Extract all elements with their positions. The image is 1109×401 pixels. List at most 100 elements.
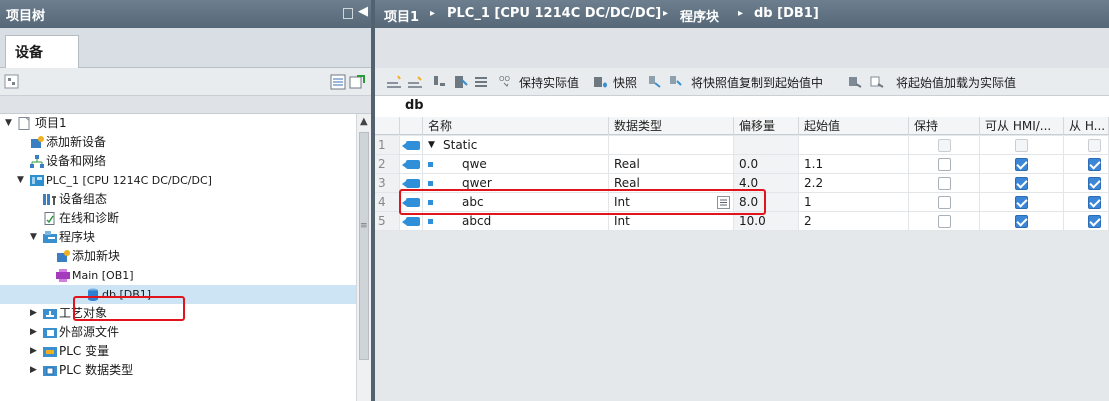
breadcrumb-item-db[interactable]: db [DB1]: [754, 6, 819, 21]
add-row-icon[interactable]: [407, 74, 423, 90]
expand-arrow-icon[interactable]: ▼: [30, 228, 37, 247]
collapse-arrow-icon[interactable]: ▼: [428, 136, 435, 155]
column-header-name[interactable]: 名称: [423, 117, 609, 135]
column-header-retain[interactable]: 保持: [909, 117, 980, 135]
expand-arrow-icon[interactable]: ▼: [17, 171, 24, 190]
breadcrumb-item-plc[interactable]: PLC_1 [CPU 1214C DC/DC/DC]: [447, 6, 661, 21]
var-start-value[interactable]: 1: [799, 193, 909, 212]
from-hmi-checkbox[interactable]: [1088, 196, 1101, 209]
portal-view-icon[interactable]: [349, 74, 365, 90]
retain-checkbox[interactable]: [938, 177, 951, 190]
var-start-value[interactable]: [799, 136, 909, 155]
snapshot-icon[interactable]: [592, 74, 608, 90]
insert-row-icon[interactable]: [386, 74, 402, 90]
tree-item-project[interactable]: ▼ 项目1: [0, 114, 356, 133]
from-hmi-checkbox[interactable]: [1088, 158, 1101, 171]
var-interface-icon: [402, 217, 420, 226]
load-start-as-actual-label[interactable]: 将起始值加载为实际值: [896, 74, 1016, 91]
column-header-datatype[interactable]: 数据类型: [609, 117, 734, 135]
plc-tags-icon: [43, 347, 57, 357]
column-header-num: [375, 117, 400, 135]
collapse-all-icon[interactable]: [453, 74, 469, 90]
var-datatype[interactable]: [609, 136, 734, 155]
table-row[interactable]: 2 qwe Real 0.0 1.1: [375, 155, 1109, 174]
tab-devices[interactable]: 设备: [5, 35, 79, 69]
column-header-start-value[interactable]: 起始值: [799, 117, 909, 135]
var-name[interactable]: Static: [443, 136, 477, 155]
tree-item-add-block[interactable]: 添加新块: [0, 247, 356, 266]
expand-arrow-icon[interactable]: ▼: [5, 114, 12, 133]
retain-checkbox[interactable]: [938, 139, 951, 152]
pin-icon[interactable]: [343, 8, 353, 19]
load-start-icon[interactable]: [847, 74, 863, 90]
expand-all-icon[interactable]: [432, 74, 448, 90]
expand-arrow-icon[interactable]: ▶: [30, 323, 37, 342]
var-start-value[interactable]: 1.1: [799, 155, 909, 174]
hmi-access-checkbox[interactable]: [1015, 177, 1028, 190]
add-device-icon: [31, 136, 44, 148]
tree-item-plc-tags[interactable]: ▶ PLC 变量: [0, 342, 356, 361]
column-header-offset[interactable]: 偏移量: [734, 117, 799, 135]
copy-snapshot-to-start-label[interactable]: 将快照值复制到起始值中: [691, 74, 823, 91]
scrollbar-thumb[interactable]: [359, 132, 369, 360]
var-interface-icon: [402, 160, 420, 169]
tree-item-external-sources[interactable]: ▶ 外部源文件: [0, 323, 356, 342]
details-view-icon[interactable]: [330, 74, 346, 90]
diagnostics-icon: [44, 212, 55, 225]
tree-item-label: PLC 变量: [59, 344, 110, 358]
breadcrumb: 项目1 ▸ PLC_1 [CPU 1214C DC/DC/DC] ▸ 程序块 ▸…: [375, 0, 1109, 28]
from-hmi-checkbox[interactable]: [1088, 177, 1101, 190]
var-start-value[interactable]: 2.2: [799, 174, 909, 193]
tree-options-icon[interactable]: [4, 74, 20, 90]
retain-checkbox[interactable]: [938, 215, 951, 228]
copy-snapshot-icon[interactable]: [647, 74, 663, 90]
scroll-up-icon[interactable]: ▲: [360, 116, 368, 127]
breadcrumb-item-project[interactable]: 项目1: [384, 6, 419, 25]
hmi-access-checkbox[interactable]: [1015, 215, 1028, 228]
var-name[interactable]: qwe: [462, 155, 487, 174]
hmi-access-checkbox[interactable]: [1015, 139, 1028, 152]
row-number: 5: [375, 212, 400, 231]
retain-checkbox[interactable]: [938, 196, 951, 209]
tree-item-device-config[interactable]: 设备组态: [0, 190, 356, 209]
tree-item-label: 设备组态: [59, 192, 108, 206]
load-start-2-icon[interactable]: [869, 74, 885, 90]
keep-actual-values-label[interactable]: 保持实际值: [519, 74, 579, 91]
monitor-icon[interactable]: OO: [498, 73, 514, 89]
retain-checkbox[interactable]: [938, 158, 951, 171]
row-number: 4: [375, 193, 400, 212]
from-hmi-checkbox[interactable]: [1088, 215, 1101, 228]
column-header-from-hmi[interactable]: 从 H...: [1064, 117, 1109, 135]
tree-scrollbar[interactable]: ▲ ≡: [356, 114, 371, 401]
tree-item-online-diagnostics[interactable]: 在线和诊断: [0, 209, 356, 228]
from-hmi-checkbox[interactable]: [1088, 139, 1101, 152]
tree-item-devices-networks[interactable]: 设备和网络: [0, 152, 356, 171]
expand-arrow-icon[interactable]: ▶: [30, 361, 37, 380]
tree-item-program-blocks[interactable]: ▼ 程序块: [0, 228, 356, 247]
var-datatype[interactable]: Real: [609, 155, 734, 174]
tree-item-label: Main [OB1]: [72, 269, 134, 282]
collapse-panel-icon[interactable]: ◀: [358, 4, 368, 19]
highlight-box-row-abc: [399, 189, 766, 215]
hmi-access-checkbox[interactable]: [1015, 158, 1028, 171]
hmi-access-checkbox[interactable]: [1015, 196, 1028, 209]
db-table: 名称 数据类型 偏移量 起始值 保持 可从 HMI/... 从 H... 1 ▼…: [375, 117, 1109, 401]
project-tree-title: 项目树: [6, 9, 46, 24]
expand-arrow-icon[interactable]: ▶: [30, 304, 37, 323]
program-blocks-icon: [43, 231, 57, 243]
column-header-hmi-access[interactable]: 可从 HMI/...: [980, 117, 1064, 135]
copy-snapshot-2-icon[interactable]: [668, 74, 684, 90]
tree-item-plc[interactable]: ▼ PLC_1 [CPU 1214C DC/DC/DC]: [0, 171, 356, 190]
tree-item-plc-datatypes[interactable]: ▶ PLC 数据类型: [0, 361, 356, 380]
static-var-icon: [402, 141, 420, 150]
list-view-icon[interactable]: [473, 74, 489, 90]
expand-arrow-icon[interactable]: ▶: [30, 342, 37, 361]
var-start-value[interactable]: 2: [799, 212, 909, 231]
project-tree: ▼ 项目1 添加新设备 设备和网络 ▼ PLC_1 [CPU 1214C DC/…: [0, 114, 356, 401]
tree-item-main-ob1[interactable]: Main [OB1]: [0, 266, 356, 285]
breadcrumb-item-program-blocks[interactable]: 程序块: [680, 6, 719, 25]
table-row[interactable]: 1 ▼ Static: [375, 136, 1109, 155]
tree-item-add-device[interactable]: 添加新设备: [0, 133, 356, 152]
snapshot-label[interactable]: 快照: [613, 74, 637, 91]
project-tree-title-bar: 项目树 ◀: [0, 0, 371, 28]
